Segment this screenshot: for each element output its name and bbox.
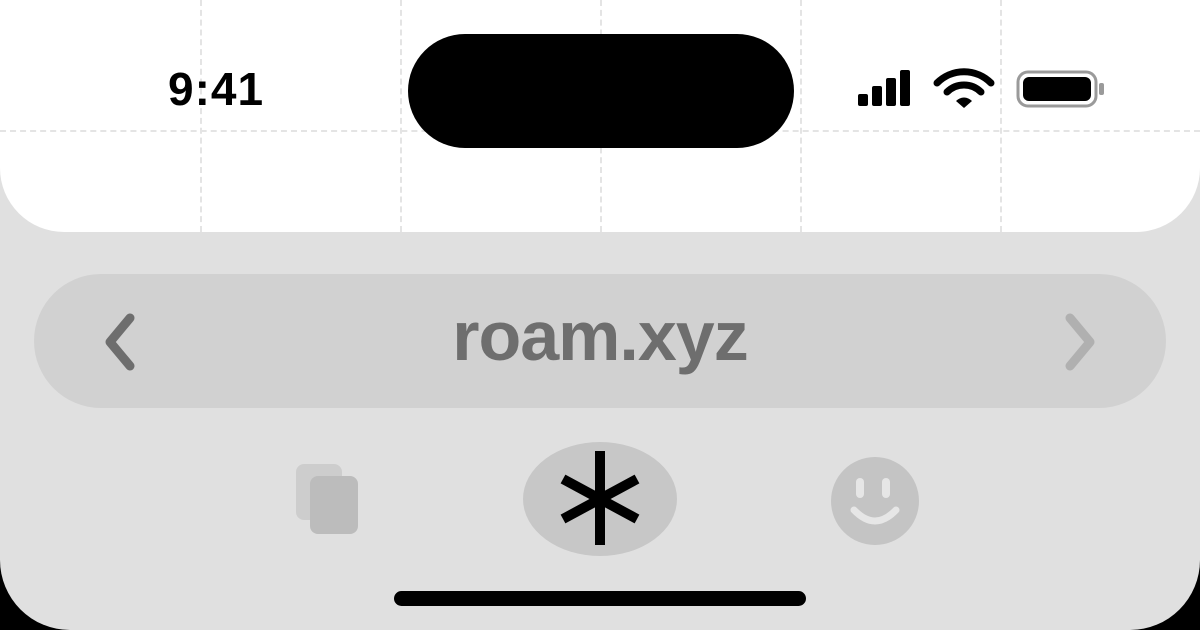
- asterisk-icon: [560, 451, 640, 545]
- profile-button[interactable]: [830, 456, 920, 546]
- status-time: 9:41: [168, 63, 265, 115]
- grid-line: [400, 0, 402, 232]
- web-content-area[interactable]: 9:41: [0, 0, 1200, 232]
- tabs-icon: [296, 464, 358, 534]
- ai-assistant-button[interactable]: [523, 442, 677, 556]
- battery-icon: [1016, 70, 1104, 108]
- grid-line: [200, 0, 202, 232]
- status-icons: [856, 66, 1106, 112]
- smiley-face-icon: [831, 457, 919, 545]
- tabs-button[interactable]: [290, 458, 366, 542]
- dynamic-island: [408, 34, 794, 148]
- address-bar[interactable]: roam.xyz: [34, 274, 1166, 408]
- forward-button[interactable]: [1050, 312, 1110, 372]
- phone-screen: 9:41 roam.xyz: [0, 0, 1200, 630]
- home-indicator[interactable]: [394, 591, 806, 606]
- grid-line: [800, 0, 802, 232]
- url-text[interactable]: roam.xyz: [34, 296, 1166, 376]
- chevron-right-icon: [1065, 313, 1095, 371]
- cellular-signal-icon: [858, 70, 910, 106]
- wifi-icon: [933, 68, 995, 108]
- grid-line: [1000, 0, 1002, 232]
